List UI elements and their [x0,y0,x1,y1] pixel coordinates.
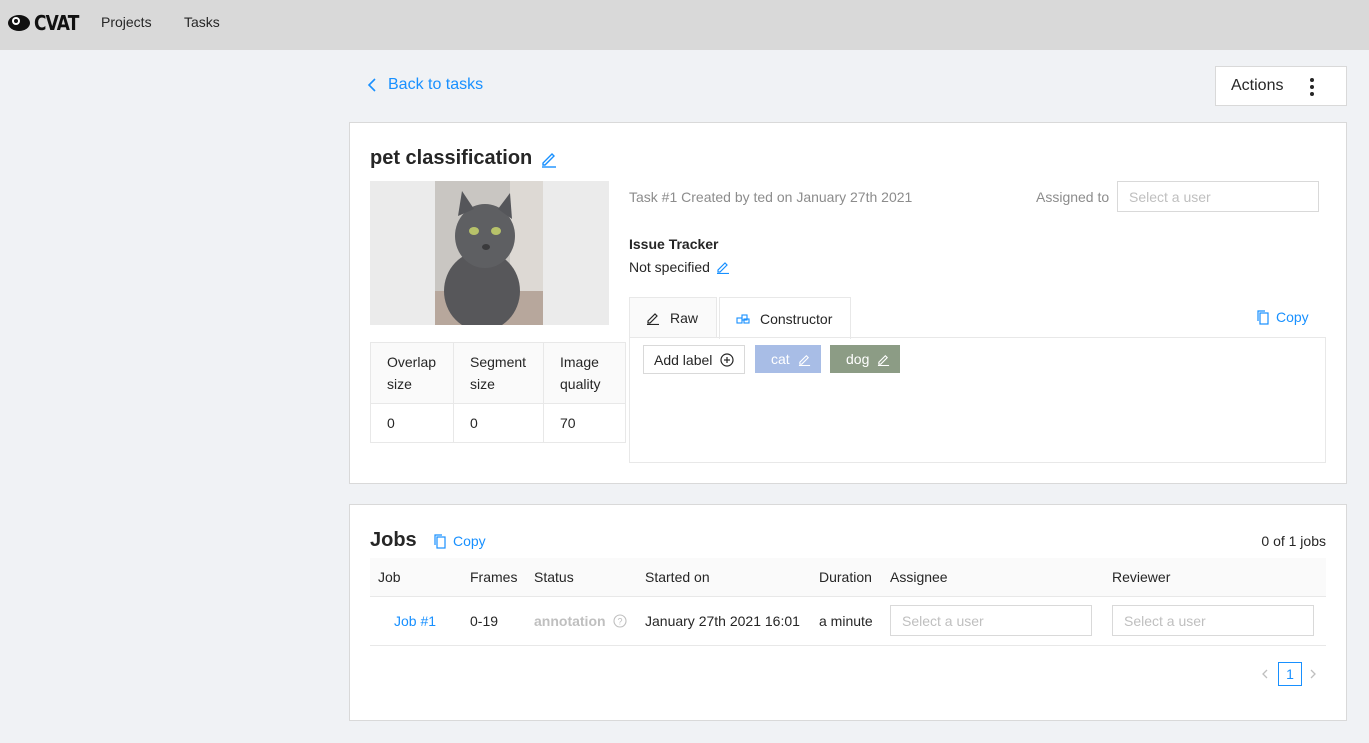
tab-constructor[interactable]: Constructor [719,297,851,339]
image-quality-value: 70 [543,403,626,443]
task-details-card: pet classification Overlap size Segment … [349,122,1347,484]
job-started-on: January 27th 2021 16:01 [637,596,811,646]
page-1-button[interactable]: 1 [1278,662,1302,686]
edit-icon [647,313,659,325]
col-reviewer: Reviewer [1104,558,1326,597]
chevron-right-icon [1310,669,1316,679]
col-started-on: Started on [637,558,811,597]
task-parameters-table: Overlap size Segment size Image quality … [370,342,626,443]
task-title-text: pet classification [370,147,533,169]
tab-raw[interactable]: Raw [629,297,717,338]
copy-jobs-button[interactable]: Copy [433,533,486,549]
label-tag-dog[interactable]: dog [830,345,901,373]
actions-label: Actions [1231,77,1284,94]
nav-tasks[interactable]: Tasks [184,14,220,30]
jobs-title: Jobs [370,529,417,551]
col-job: Job [370,558,462,597]
job-assignee-cell: Select a user [882,596,1104,646]
segment-size-header: Segment size [453,342,544,404]
job-frames: 0-19 [462,596,526,646]
table-row: Job #1 0-19 annotation ? January 27th 20… [370,596,1326,646]
copy-icon [434,533,446,549]
col-duration: Duration [811,558,882,597]
cat-preview-image [370,181,609,325]
tab-constructor-label: Constructor [760,310,833,327]
job-status-cell: annotation ? [526,596,637,646]
copy-labels-label: Copy [1276,309,1309,325]
next-page-button[interactable] [1308,662,1318,689]
prev-page-button[interactable] [1260,662,1270,689]
copy-icon [1257,309,1269,325]
assigned-to-label: Assigned to [1036,189,1110,205]
col-status: Status [526,558,637,597]
job-duration: a minute [811,596,882,646]
edit-issue-tracker-icon[interactable] [716,260,730,274]
job-assignee-placeholder: Select a user [902,612,984,629]
issue-tracker-text: Not specified [629,259,710,275]
add-label-button[interactable]: Add label [643,345,746,374]
chevron-left-icon [367,78,376,92]
job-reviewer-placeholder: Select a user [1124,612,1206,629]
add-label-text: Add label [654,351,713,368]
job-assignee-select[interactable]: Select a user [890,605,1092,636]
job-link[interactable]: Job #1 [394,613,436,629]
issue-tracker-title: Issue Tracker [629,236,719,252]
eye-logo-icon [8,15,30,31]
image-quality-header: Image quality [543,342,626,404]
svg-text:?: ? [618,616,623,626]
question-circle-icon[interactable]: ? [613,613,627,628]
plus-circle-icon [720,352,734,367]
label-dog-name: dog [846,351,870,367]
jobs-card: Jobs Copy 0 of 1 jobs Job Frames Status … [349,504,1347,721]
top-bar: CVAT Projects Tasks [0,0,1369,50]
edit-label-icon[interactable] [798,353,811,366]
edit-title-icon[interactable] [540,150,558,168]
label-constructor-panel: Add label cat dog [629,337,1326,463]
back-label: Back to tasks [388,76,484,93]
job-status: annotation [534,612,606,629]
job-reviewer-cell: Select a user [1104,596,1326,646]
more-vertical-icon [1310,78,1314,96]
chevron-left-icon [1262,669,1268,679]
cvat-logo[interactable]: CVAT [7,11,86,35]
segment-size-value: 0 [453,403,544,443]
label-tag-cat[interactable]: cat [755,345,821,373]
job-reviewer-select[interactable]: Select a user [1112,605,1314,636]
copy-jobs-label: Copy [453,533,486,549]
overlap-size-header: Overlap size [370,342,454,404]
task-assignee-placeholder: Select a user [1129,188,1211,205]
task-assignee-select[interactable]: Select a user [1117,181,1319,212]
actions-button[interactable]: Actions [1215,66,1347,106]
build-icon [736,313,750,324]
back-to-tasks-link[interactable]: Back to tasks [366,76,483,94]
jobs-count: 0 of 1 jobs [1261,533,1326,549]
edit-label-icon[interactable] [877,353,890,366]
overlap-size-value: 0 [370,403,454,443]
col-frames: Frames [462,558,526,597]
label-cat-name: cat [771,351,790,367]
jobs-table: Job Frames Status Started on Duration As… [370,558,1326,646]
task-title: pet classification [370,147,558,170]
copy-labels-button[interactable]: Copy [1256,309,1309,325]
task-meta: Task #1 Created by ted on January 27th 2… [629,189,913,205]
logo-text: CVAT [34,11,79,35]
issue-tracker-value: Not specified [629,259,730,275]
col-assignee: Assignee [882,558,1104,597]
tab-raw-label: Raw [670,310,699,326]
jobs-table-header: Job Frames Status Started on Duration As… [370,558,1326,597]
task-preview-image [370,181,609,325]
nav-projects[interactable]: Projects [101,14,152,30]
